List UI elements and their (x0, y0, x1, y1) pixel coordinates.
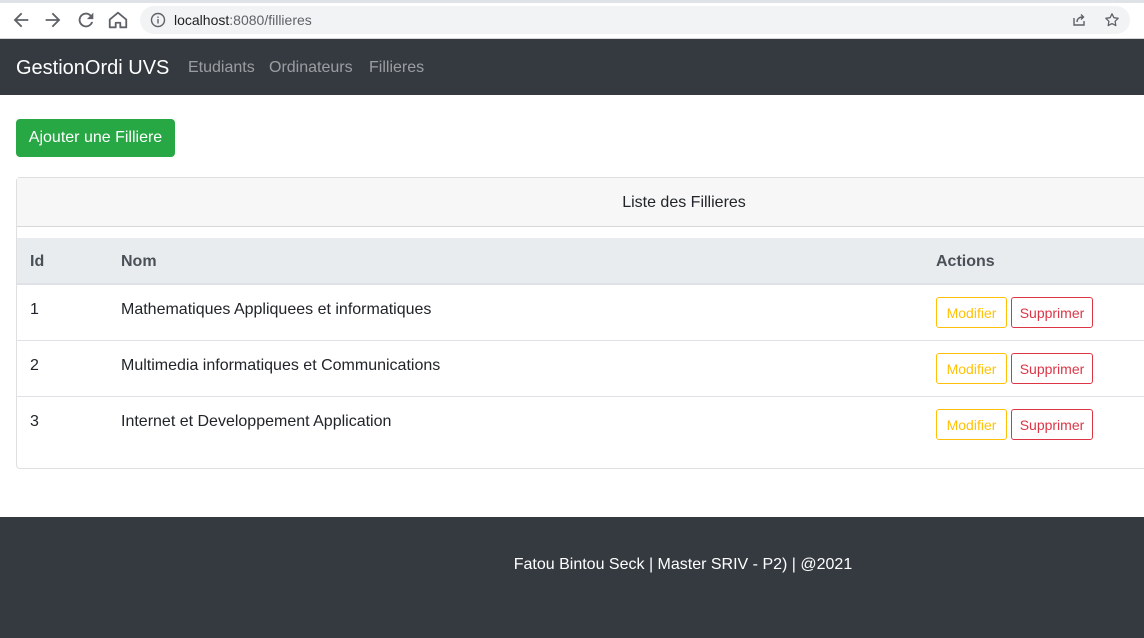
page-footer: Fatou Bintou Seck | Master SRIV - P2) | … (0, 517, 1144, 638)
column-header-actions: Actions (936, 253, 995, 270)
table-row: 1 Mathematiques Appliquees et informatiq… (17, 285, 1144, 341)
brand-link[interactable]: GestionOrdi UVS (16, 56, 169, 80)
url-port: :8080 (229, 12, 265, 28)
nav-link-fillieres[interactable]: Fillieres (369, 58, 424, 78)
app-navbar: GestionOrdi UVS Etudiants Ordinateurs Fi… (0, 39, 1144, 95)
add-filliere-button[interactable]: Ajouter une Filliere (16, 119, 175, 157)
tab-strip (0, 0, 1144, 3)
nav-link-etudiants[interactable]: Etudiants (188, 58, 255, 78)
table-header: Id Nom Actions (17, 238, 1144, 285)
delete-button[interactable]: Supprimer (1011, 353, 1093, 384)
column-header-nom: Nom (121, 253, 157, 270)
share-icon[interactable] (1071, 12, 1087, 28)
nav-link-ordinateurs[interactable]: Ordinateurs (269, 58, 353, 78)
table-row: 3 Internet et Developpement Application … (17, 397, 1144, 453)
home-icon[interactable] (107, 9, 129, 31)
column-header-id: Id (30, 253, 45, 270)
delete-button[interactable]: Supprimer (1011, 297, 1093, 328)
delete-button[interactable]: Supprimer (1011, 409, 1093, 440)
row-nom: Multimedia informatiques et Communicatio… (121, 357, 441, 374)
row-id: 3 (30, 413, 39, 430)
row-nom: Mathematiques Appliquees et informatique… (121, 301, 432, 318)
row-id: 2 (30, 357, 39, 374)
fillieres-card: Liste des Fillieres Id Nom Actions 1 Mat… (16, 177, 1144, 469)
browser-toolbar: localhost:8080/fillieres (0, 0, 1144, 39)
url-text[interactable]: localhost:8080/fillieres (174, 12, 312, 28)
url-host: localhost (174, 12, 230, 28)
footer-text: Fatou Bintou Seck | Master SRIV - P2) | … (513, 556, 853, 573)
card-title: Liste des Fillieres (622, 194, 746, 211)
card-header: Liste des Fillieres (17, 178, 1144, 227)
edit-button[interactable]: Modifier (936, 353, 1007, 384)
star-icon[interactable] (1104, 12, 1120, 28)
table-row: 2 Multimedia informatiques et Communicat… (17, 341, 1144, 397)
row-id: 1 (30, 301, 39, 318)
info-icon[interactable] (150, 12, 166, 28)
forward-arrow-icon[interactable] (42, 9, 64, 31)
url-path: /fillieres (264, 12, 312, 28)
edit-button[interactable]: Modifier (936, 297, 1007, 328)
reload-icon[interactable] (75, 9, 97, 31)
edit-button[interactable]: Modifier (936, 409, 1007, 440)
back-arrow-icon[interactable] (10, 9, 32, 31)
address-bar[interactable]: localhost:8080/fillieres (140, 6, 1130, 34)
row-nom: Internet et Developpement Application (121, 413, 392, 430)
